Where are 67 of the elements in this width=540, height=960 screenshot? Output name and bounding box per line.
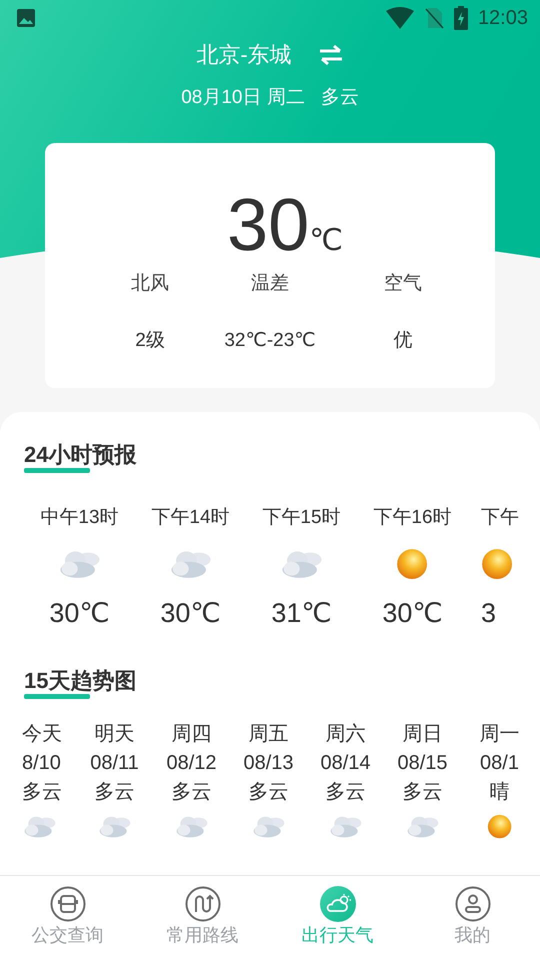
- nav-tab[interactable]: 我的: [405, 876, 540, 960]
- sun-icon: [481, 548, 514, 580]
- hour-temperature: 3: [481, 597, 498, 630]
- stat-label: 北风: [130, 272, 170, 296]
- stat-value: 2级: [134, 329, 166, 353]
- weather-icon: [320, 886, 356, 922]
- day-label: 今天: [22, 722, 63, 747]
- bus-icon: [50, 886, 86, 922]
- cloud-icon: [174, 814, 210, 840]
- day-date: 08/13: [242, 751, 295, 776]
- day-label: 周四: [170, 722, 212, 747]
- temperature: 30: [226, 185, 310, 265]
- day-label: 周五: [248, 722, 290, 747]
- hour-temperature: 31℃: [270, 597, 333, 630]
- battery-icon: [454, 6, 468, 30]
- day-weather: 多云: [22, 780, 63, 805]
- hour-temperature: 30℃: [159, 597, 222, 630]
- cloud-icon: [404, 814, 440, 840]
- cloud-icon: [22, 814, 58, 840]
- day-date: 08/1: [479, 751, 520, 776]
- stat-value: 32℃-23℃: [223, 329, 317, 353]
- day-weather: 晴: [488, 780, 510, 805]
- day-weather: 多云: [94, 780, 136, 805]
- swap-icon[interactable]: [318, 44, 344, 66]
- day-label: 明天: [94, 722, 136, 747]
- day-weather: 多云: [402, 780, 444, 805]
- hour-label: 下午15时: [261, 506, 342, 530]
- route-icon: [184, 886, 220, 922]
- cloud-icon: [96, 814, 132, 840]
- weather-text: 多云: [320, 86, 359, 110]
- cloud-icon: [328, 814, 364, 840]
- day-label: 周一: [478, 722, 520, 747]
- hour-temperature: 30℃: [381, 597, 444, 630]
- temperature-unit: ℃: [309, 223, 343, 258]
- stat-label: 空气: [383, 272, 423, 296]
- wifi-icon: [386, 7, 414, 29]
- day-date: 8/10: [22, 751, 62, 776]
- image-icon: [16, 8, 36, 28]
- no-sim-icon: [424, 7, 444, 29]
- hour-label: 下午16时: [372, 506, 453, 530]
- hour-temperature: 30℃: [48, 597, 111, 630]
- hour-label: 中午13时: [39, 506, 120, 530]
- day-date: 08/15: [396, 751, 449, 776]
- day-date: 08/14: [319, 751, 372, 776]
- nav-tab[interactable]: 出行天气: [270, 876, 405, 960]
- hour-label: 下午: [481, 506, 520, 530]
- day-weather: 多云: [324, 780, 366, 805]
- nav-tab[interactable]: 常用路线: [135, 876, 270, 960]
- day-date: 08/11: [89, 751, 140, 776]
- cloud-icon: [250, 814, 286, 840]
- day-weather: 多云: [248, 780, 290, 805]
- stat-label: 温差: [250, 272, 290, 296]
- city-name: 北京-东城: [196, 41, 292, 69]
- nav-tab[interactable]: 公交查询: [0, 876, 135, 960]
- sun-icon: [396, 548, 429, 580]
- person-icon: [454, 886, 490, 922]
- day-date: 08/12: [165, 751, 218, 776]
- stat-value: 优: [392, 329, 414, 353]
- day-label: 周日: [402, 722, 444, 747]
- date-text: 08月10日 周二: [181, 86, 305, 110]
- section-title: 15天趋势图: [24, 668, 136, 693]
- status-time: 12:03: [478, 6, 528, 30]
- day-label: 周六: [324, 722, 366, 747]
- section-title: 24小时预报: [24, 442, 136, 467]
- sun-icon: [486, 814, 512, 840]
- day-weather: 多云: [170, 780, 212, 805]
- hour-label: 下午14时: [150, 506, 231, 530]
